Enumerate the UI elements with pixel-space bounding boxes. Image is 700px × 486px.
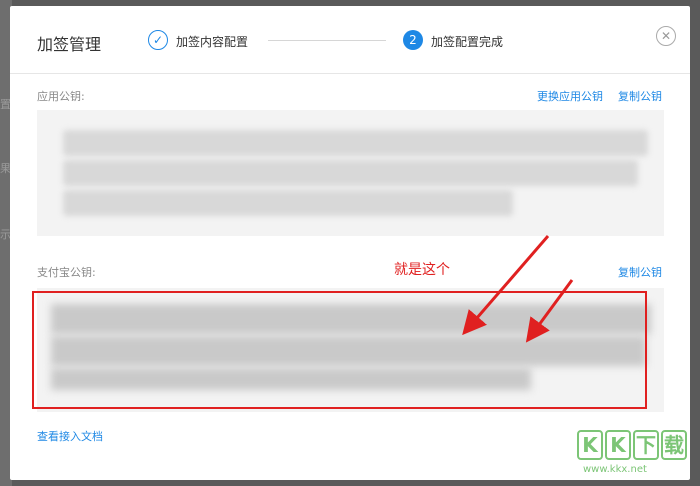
dialog-header: 加签管理 ✓ 加签内容配置 2 加签配置完成 ✕ [10, 6, 690, 74]
dialog-title: 加签管理 [37, 35, 102, 54]
redacted-key-text [63, 130, 648, 156]
step-2-number-icon: 2 [403, 30, 423, 50]
replace-app-key-link[interactable]: 更换应用公钥 [537, 88, 603, 104]
app-key-box [37, 110, 664, 236]
watermark-letter: K [577, 430, 603, 460]
view-docs-link[interactable]: 查看接入文档 [37, 428, 103, 444]
redacted-key-text [63, 190, 513, 216]
watermark-letter: 下 [633, 430, 659, 460]
redacted-key-text [63, 160, 638, 186]
step-connector [268, 40, 386, 41]
watermark-letter: 载 [661, 430, 687, 460]
copy-app-key-link[interactable]: 复制公钥 [618, 88, 662, 104]
check-icon: ✓ [148, 30, 168, 50]
step-2-label: 加签配置完成 [431, 35, 504, 49]
annotation-text: 就是这个 [394, 262, 450, 278]
app-key-label: 应用公钥: [37, 90, 85, 103]
close-icon[interactable]: ✕ [656, 26, 676, 46]
copy-alipay-key-link[interactable]: 复制公钥 [618, 264, 662, 280]
annotation-highlight-box [32, 291, 647, 409]
alipay-key-label: 支付宝公钥: [37, 266, 96, 279]
watermark-letter: K [605, 430, 631, 460]
site-watermark: K K 下 载 www.kkx.net [577, 424, 695, 482]
watermark-url: www.kkx.net [583, 464, 647, 475]
step-1-label: 加签内容配置 [176, 35, 249, 49]
